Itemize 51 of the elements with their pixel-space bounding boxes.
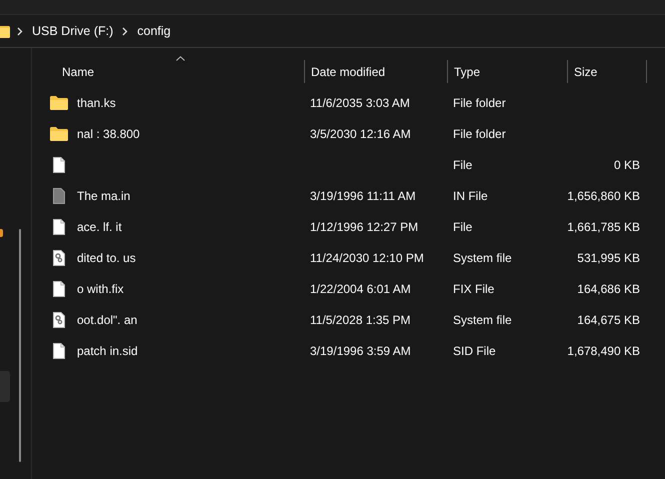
column-header[interactable]: Name bbox=[62, 64, 94, 78]
file-icon bbox=[52, 342, 64, 358]
file-size: 164,686 KB bbox=[577, 282, 640, 296]
settings-file-icon bbox=[52, 312, 64, 328]
date-modified: 11/24/2030 12:10 PM bbox=[310, 250, 424, 264]
file-size: 164,675 KB bbox=[577, 312, 640, 326]
file-icon bbox=[52, 218, 64, 234]
file-name[interactable]: nal : 38.800 bbox=[77, 126, 140, 140]
date-modified: 3/19/1996 3:59 AM bbox=[310, 344, 411, 358]
file-name[interactable]: The ma.in bbox=[77, 188, 130, 202]
date-modified: 3/5/2030 12:16 AM bbox=[310, 126, 411, 140]
file-name[interactable]: oot.dol". an bbox=[77, 312, 138, 326]
chevron-icon[interactable] bbox=[122, 26, 128, 36]
file-icon bbox=[52, 188, 64, 204]
folder-icon bbox=[50, 126, 68, 140]
file-name[interactable]: than.ks bbox=[77, 96, 116, 110]
file-type: File folder bbox=[453, 126, 506, 140]
breadcrumb[interactable]: USB Drive (F:) bbox=[30, 24, 116, 38]
file-name[interactable]: patch in.sid bbox=[77, 344, 138, 358]
column-header[interactable]: Size bbox=[574, 64, 598, 78]
file-size: 531,995 KB bbox=[577, 250, 640, 264]
date-modified: 11/5/2028 1:35 PM bbox=[310, 312, 411, 326]
file-type: File bbox=[453, 158, 472, 172]
file-name[interactable]: dited to. us bbox=[77, 250, 136, 264]
file-size: 1,656,860 KB bbox=[567, 188, 640, 202]
scroll-bar[interactable] bbox=[19, 229, 21, 462]
file-icon bbox=[52, 280, 64, 296]
settings-file-icon bbox=[52, 250, 64, 266]
file-type: System file bbox=[453, 250, 512, 264]
file-type: SID File bbox=[453, 344, 496, 358]
file-size: 1,661,785 KB bbox=[567, 220, 640, 234]
file-name[interactable]: o with.fix bbox=[77, 282, 124, 296]
date-modified: 1/22/2004 6:01 AM bbox=[310, 282, 411, 296]
column-header[interactable]: Type bbox=[454, 64, 480, 78]
file-size: 0 KB bbox=[614, 158, 640, 172]
file-type: System file bbox=[453, 312, 512, 326]
chevron-icon[interactable] bbox=[17, 26, 23, 36]
breadcrumb[interactable]: config bbox=[135, 24, 173, 38]
file-size: 1,678,490 KB bbox=[567, 344, 640, 358]
column-header[interactable]: Date modified bbox=[311, 64, 386, 78]
nav-item-icon[interactable] bbox=[0, 229, 3, 237]
date-modified: 11/6/2035 3:03 AM bbox=[310, 96, 410, 110]
date-modified: 3/19/1996 11:11 AM bbox=[310, 188, 416, 202]
file-icon bbox=[52, 156, 64, 172]
file-name[interactable]: ace. lf. it bbox=[77, 220, 122, 234]
folder-icon bbox=[50, 96, 68, 110]
file-type: File folder bbox=[453, 96, 506, 110]
file-type: FIX File bbox=[453, 282, 494, 296]
file-type: File bbox=[453, 220, 472, 234]
file-type: IN File bbox=[453, 188, 488, 202]
date-modified: 1/12/1996 12:27 PM bbox=[310, 220, 418, 234]
